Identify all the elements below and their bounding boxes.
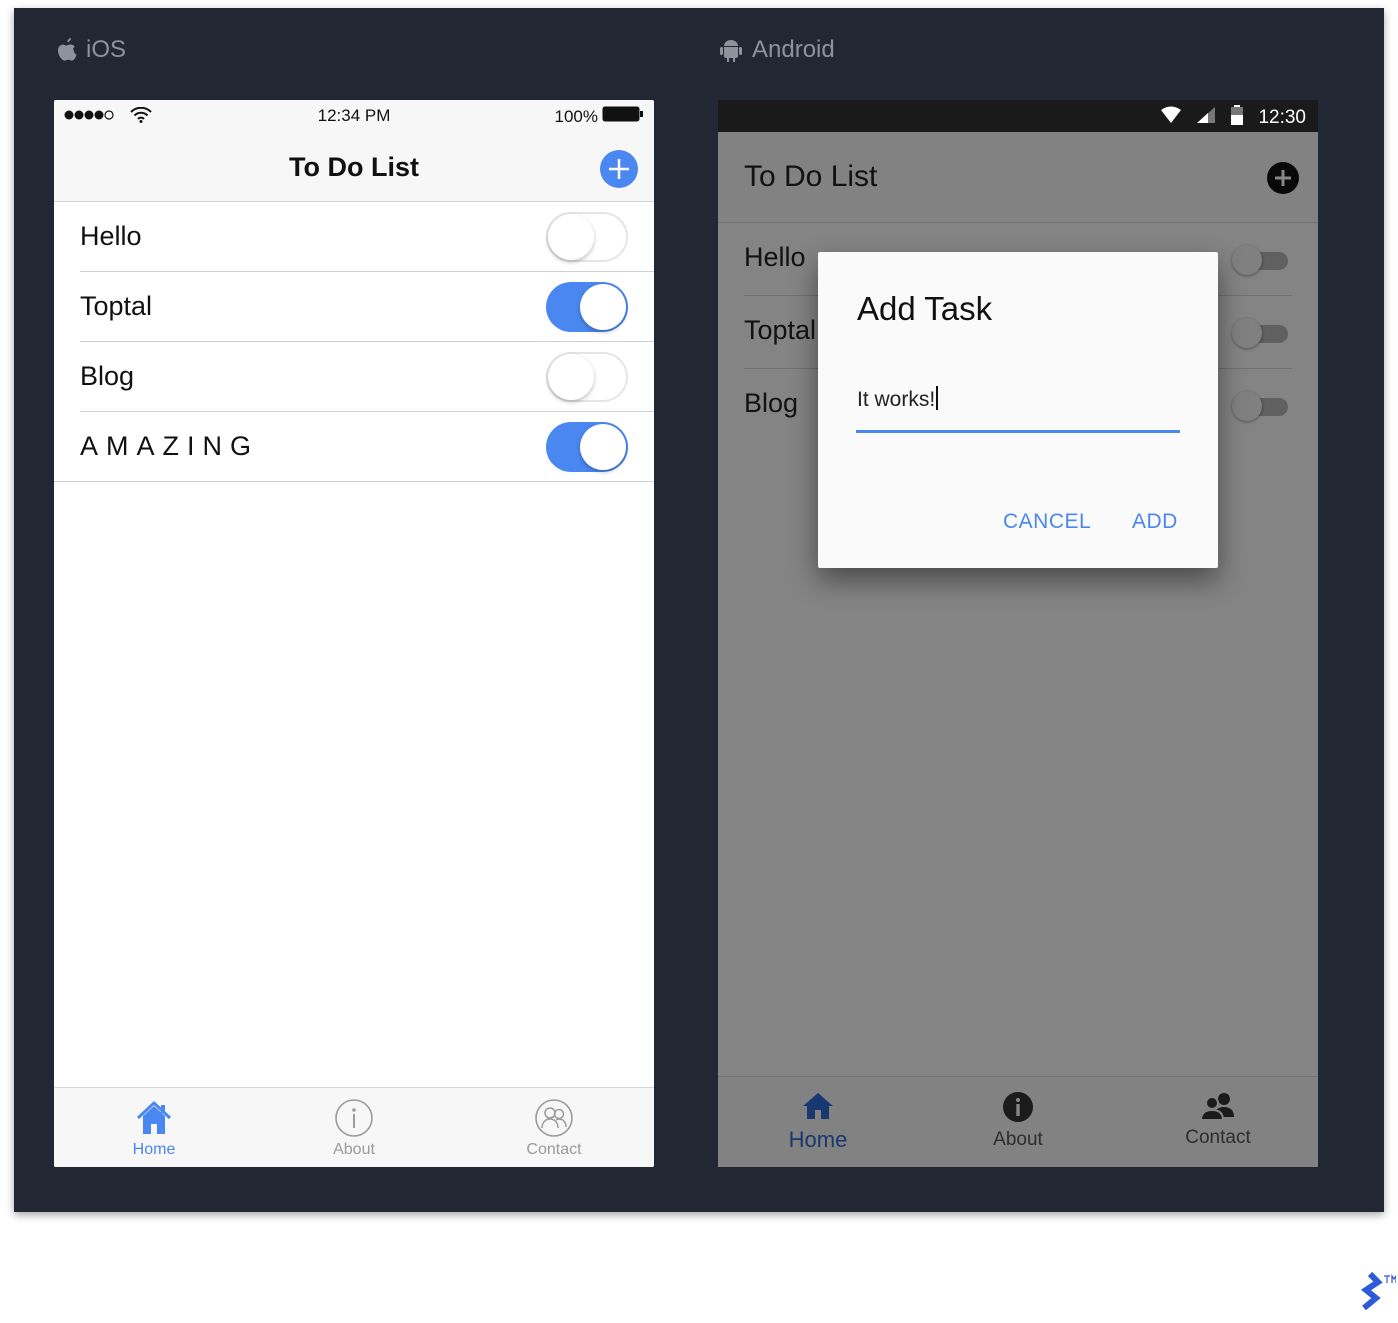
battery-percent: 100% xyxy=(554,106,598,126)
android-robot-icon xyxy=(718,37,744,63)
list-item: Blog xyxy=(54,342,654,412)
battery-icon xyxy=(602,106,644,127)
tab-about[interactable]: About xyxy=(284,1098,424,1159)
task-toggle[interactable] xyxy=(546,352,628,402)
info-icon xyxy=(335,1099,373,1137)
tab-label: Contact xyxy=(526,1141,582,1158)
ios-screen: 12:34 PM 100% To Do List Hello Toptal Bl… xyxy=(54,100,654,1167)
task-toggle[interactable] xyxy=(546,422,628,472)
wifi-icon xyxy=(1160,106,1182,130)
task-input[interactable]: It works! xyxy=(857,386,939,412)
add-task-button[interactable] xyxy=(599,149,639,194)
text-cursor xyxy=(936,386,939,410)
contacts-icon xyxy=(535,1099,573,1137)
ios-task-list: Hello Toptal Blog AMAZING xyxy=(54,202,654,482)
screenshot-frame: iOS Android 12:34 PM 100% To Do List Hel… xyxy=(14,8,1384,1212)
android-label-text: Android xyxy=(752,36,835,63)
page-title: To Do List xyxy=(289,152,419,182)
list-item: AMAZING xyxy=(54,412,654,482)
plus-circle-icon xyxy=(600,150,638,188)
dialog-title: Add Task xyxy=(857,290,993,327)
task-input-value: It works! xyxy=(857,388,936,411)
task-input-underline xyxy=(856,430,1180,433)
android-platform-label: Android xyxy=(718,36,835,64)
task-toggle[interactable] xyxy=(546,212,628,262)
android-status-bar: 12:30 xyxy=(718,100,1318,132)
cell-signal-icon xyxy=(1196,106,1216,130)
toptal-logo-icon xyxy=(1348,1270,1397,1323)
task-toggle[interactable] xyxy=(546,282,628,332)
task-label: Hello xyxy=(80,221,142,251)
ios-platform-label: iOS xyxy=(56,36,126,64)
android-screen: 12:30 To Do List Hello Toptal Blog Home … xyxy=(718,100,1318,1167)
battery-icon xyxy=(1230,105,1244,131)
list-item: Toptal xyxy=(54,272,654,342)
ios-status-bar: 12:34 PM 100% xyxy=(54,100,654,132)
android-status-time: 12:30 xyxy=(1258,107,1306,128)
ios-tab-bar: Home About Contact xyxy=(54,1087,654,1167)
tab-label: Home xyxy=(132,1141,176,1158)
add-button[interactable]: ADD xyxy=(1132,510,1178,534)
apple-icon xyxy=(56,37,78,63)
tab-label: About xyxy=(333,1141,375,1158)
home-icon xyxy=(136,1100,172,1134)
tab-home[interactable]: Home xyxy=(84,1098,224,1159)
ios-label-text: iOS xyxy=(86,36,127,63)
task-label: Toptal xyxy=(80,291,153,321)
cancel-button[interactable]: CANCEL xyxy=(1003,510,1091,534)
ios-navigation-bar: To Do List xyxy=(54,132,654,202)
task-label: Blog xyxy=(80,361,135,391)
battery-indicator: 100% xyxy=(555,106,644,127)
list-item: Hello xyxy=(54,202,654,272)
dialog-scrim[interactable]: Add Task It works! CANCEL ADD xyxy=(718,132,1318,1167)
tab-contact[interactable]: Contact xyxy=(484,1098,624,1159)
task-label: AMAZING xyxy=(80,431,260,461)
add-task-dialog: Add Task It works! CANCEL ADD xyxy=(818,252,1218,568)
